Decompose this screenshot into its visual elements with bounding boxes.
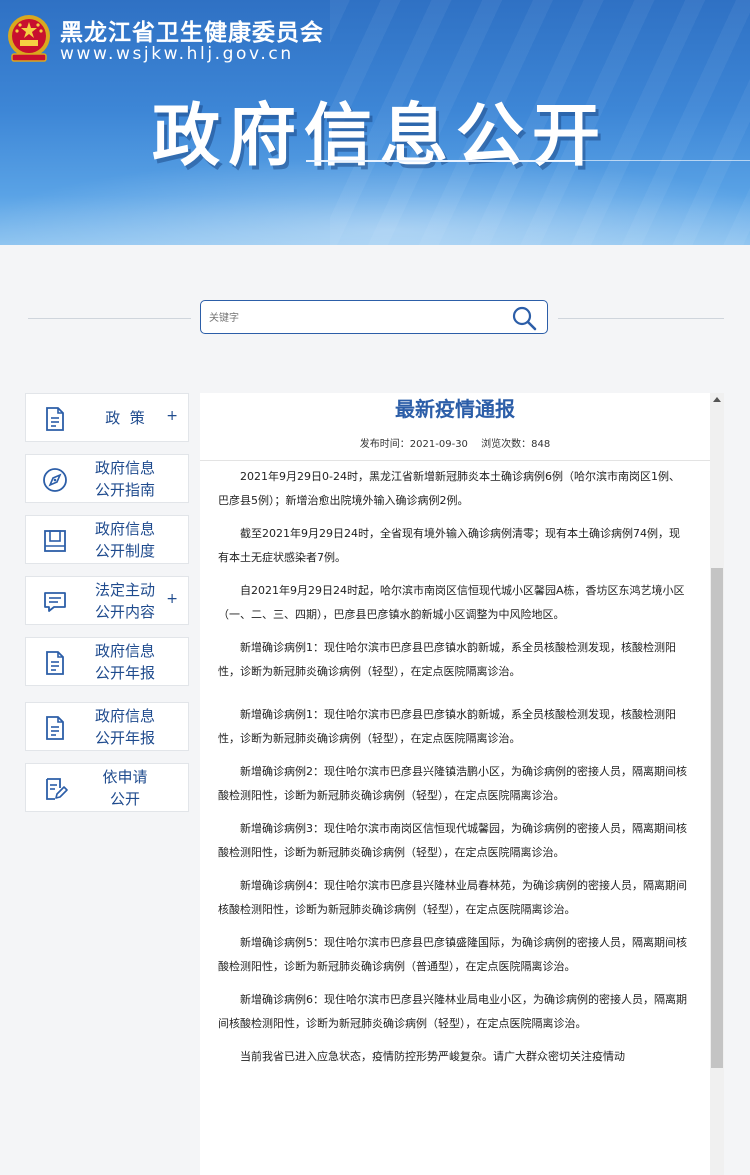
search-box xyxy=(200,300,548,334)
search-input[interactable] xyxy=(207,308,501,328)
search-divider-right xyxy=(558,318,724,319)
edit-document-icon xyxy=(46,778,68,800)
article-scrollbar[interactable] xyxy=(710,393,724,1175)
expand-plus-icon[interactable]: + xyxy=(166,591,178,607)
sidebar-item-annual-report[interactable]: 政府信息 公开年报 xyxy=(25,637,189,686)
article-paragraph: 自2021年9月29日24时起，哈尔滨市南岗区信恒现代城小区馨园A栋，香坊区东鸿… xyxy=(218,584,685,621)
org-url[interactable]: www.wsjkw.hlj.gov.cn xyxy=(60,44,294,64)
publish-label: 发布时间： xyxy=(359,439,410,450)
site-header: 黑龙江省卫生健康委员会 www.wsjkw.hlj.gov.cn 政府信息公开 xyxy=(0,0,750,245)
sidebar-item-label: 政府信息 公开年报 xyxy=(94,706,155,747)
document-icon xyxy=(46,651,64,675)
article-paragraph: 新增确诊病例5：现住哈尔滨市巴彦县巴彦镇盛隆国际，为确诊病例的密接人员，隔离期间… xyxy=(218,936,687,973)
scroll-up-arrow-icon[interactable] xyxy=(713,397,721,402)
views-label: 浏览次数： xyxy=(481,439,532,450)
sidebar-item-label: 政府信息 公开指南 xyxy=(94,458,155,499)
book-icon xyxy=(44,530,66,552)
article-paragraph: 2021年9月29日0-24时，黑龙江省新增新冠肺炎本土确诊病例6例（哈尔滨市南… xyxy=(218,470,680,507)
document-icon xyxy=(46,716,64,740)
article-divider xyxy=(200,460,710,461)
sidebar-item-label: 法定主动 公开内容 xyxy=(94,580,155,621)
sidebar-item-label: 依申请 公开 xyxy=(102,767,148,808)
publish-date: 发布时间：2021-09-30 xyxy=(360,439,468,450)
search-row xyxy=(0,300,750,336)
publish-date-value: 2021-09-30 xyxy=(409,439,468,450)
article-paragraph: 当前我省已进入应急状态，疫情防控形势严峻复杂。请广大群众密切关注疫情动 xyxy=(240,1050,625,1063)
document-icon xyxy=(46,407,64,431)
article-paragraph: 新增确诊病例6：现住哈尔滨市巴彦县兴隆林业局电业小区，为确诊病例的密接人员，隔离… xyxy=(218,993,687,1030)
article-paragraph: 新增确诊病例4：现住哈尔滨市巴彦县兴隆林业局春林苑，为确诊病例的密接人员，隔离期… xyxy=(218,879,687,916)
sidebar-item-label: 政府信息 公开制度 xyxy=(94,519,155,560)
search-icon[interactable] xyxy=(511,305,537,331)
article-meta: 发布时间：2021-09-30 浏览次数：848 xyxy=(200,435,710,450)
article-body: 2021年9月29日0-24时，黑龙江省新增新冠肺炎本土确诊病例6例（哈尔滨市南… xyxy=(218,465,688,1078)
article-paragraph: 新增确诊病例1：现住哈尔滨市巴彦县巴彦镇水韵新城，系全员核酸检测发现，核酸检测阳… xyxy=(218,641,676,678)
sidebar-item-label: 政府信息 公开年报 xyxy=(94,641,155,682)
article-title: 最新疫情通报 xyxy=(395,397,515,421)
sidebar-item-statutory-content[interactable]: 法定主动 公开内容 + xyxy=(25,576,189,625)
views-value: 848 xyxy=(531,439,551,450)
banner-title: 政府信息公开 xyxy=(152,97,609,176)
banner-underline xyxy=(306,160,576,162)
sidebar-item-disclosure-guide[interactable]: 政府信息 公开指南 xyxy=(25,454,189,503)
chat-icon xyxy=(44,592,66,612)
sidebar-item-annual-report-2[interactable]: 政府信息 公开年报 xyxy=(25,702,189,751)
expand-plus-icon[interactable]: + xyxy=(166,408,178,424)
scroll-thumb[interactable] xyxy=(711,568,723,1068)
compass-icon xyxy=(43,468,67,492)
article-panel: 最新疫情通报 发布时间：2021-09-30 浏览次数：848 2021年9月2… xyxy=(200,393,710,1175)
org-name: 黑龙江省卫生健康委员会 xyxy=(60,20,324,46)
article-paragraph: 新增确诊病例2：现住哈尔滨市巴彦县兴隆镇浩鹏小区，为确诊病例的密接人员，隔离期间… xyxy=(218,765,687,802)
sidebar-item-policy[interactable]: 政 策 + xyxy=(25,393,189,442)
sidebar-item-label: 政 策 xyxy=(105,408,145,427)
sidebar-item-disclosure-system[interactable]: 政府信息 公开制度 xyxy=(25,515,189,564)
article-paragraph: 截至2021年9月29日24时，全省现有境外输入确诊病例清零；现有本土确诊病例7… xyxy=(218,527,680,564)
article-paragraph: 新增确诊病例3：现住哈尔滨市南岗区信恒现代城馨园，为确诊病例的密接人员，隔离期间… xyxy=(218,822,687,859)
sidebar-item-apply-disclosure[interactable]: 依申请 公开 xyxy=(25,763,189,812)
view-count: 浏览次数：848 xyxy=(481,439,550,450)
banner-underline-secondary xyxy=(540,160,750,161)
article-paragraph: 新增确诊病例1：现住哈尔滨市巴彦县巴彦镇水韵新城，系全员核酸检测发现，核酸检测阳… xyxy=(218,708,676,745)
national-emblem-icon xyxy=(8,15,50,62)
search-divider-left xyxy=(28,318,191,319)
